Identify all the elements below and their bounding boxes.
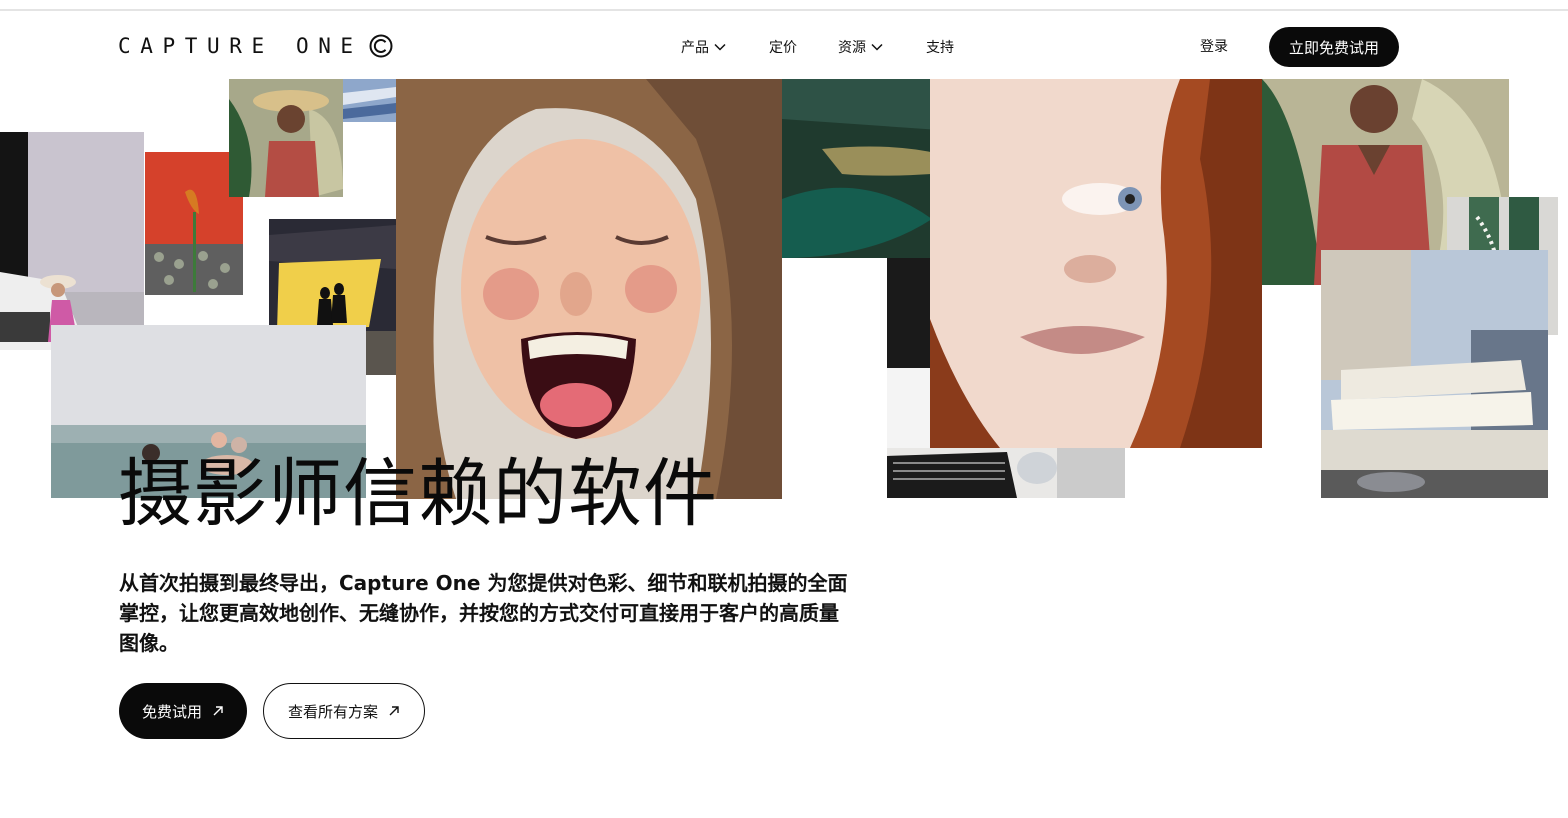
nav-support-label: 支持 bbox=[926, 40, 954, 56]
chevron-down-icon bbox=[714, 43, 726, 51]
browser-top-border bbox=[0, 9, 1568, 11]
nav-pricing[interactable]: 定价 bbox=[769, 36, 797, 58]
logo-wordmark: CAPTURE ONE bbox=[118, 34, 363, 58]
chevron-down-icon bbox=[871, 43, 883, 51]
view-plans-button[interactable]: 查看所有方案 bbox=[263, 683, 425, 739]
free-trial-cta-button[interactable]: 立即免费试用 bbox=[1269, 27, 1399, 67]
photo-redhead-closeup bbox=[930, 79, 1262, 448]
logo-mark-icon bbox=[369, 34, 393, 58]
photo-man-straw-hat bbox=[229, 79, 343, 197]
nav-resources[interactable]: 资源 bbox=[838, 36, 883, 58]
nav-products-label: 产品 bbox=[681, 40, 709, 56]
arrow-up-right-icon bbox=[389, 706, 399, 716]
photo-car-grille bbox=[887, 448, 1125, 498]
free-trial-button-label: 免费试用 bbox=[141, 702, 202, 721]
hero-description: 从首次拍摄到最终导出，Capture One 为您提供对色彩、细节和联机拍摄的全… bbox=[119, 571, 848, 655]
view-plans-button-label: 查看所有方案 bbox=[287, 702, 378, 721]
nav-products[interactable]: 产品 bbox=[681, 36, 726, 58]
free-trial-button[interactable]: 免费试用 bbox=[119, 683, 247, 739]
login-link[interactable]: 登录 bbox=[1200, 36, 1228, 56]
photo-folded-fabric bbox=[343, 79, 396, 122]
hero-title: 摄影师信赖的软件 bbox=[118, 451, 718, 537]
photo-woman-pink-dress bbox=[0, 132, 144, 350]
photo-guggenheim-building bbox=[1321, 250, 1548, 498]
arrow-up-right-icon bbox=[213, 706, 223, 716]
nav-pricing-label: 定价 bbox=[769, 40, 797, 56]
capture-one-logo[interactable]: CAPTURE ONE bbox=[118, 32, 393, 60]
nav-support[interactable]: 支持 bbox=[926, 36, 954, 58]
nav-resources-label: 资源 bbox=[838, 40, 866, 56]
photo-laughing-girl bbox=[396, 79, 782, 499]
